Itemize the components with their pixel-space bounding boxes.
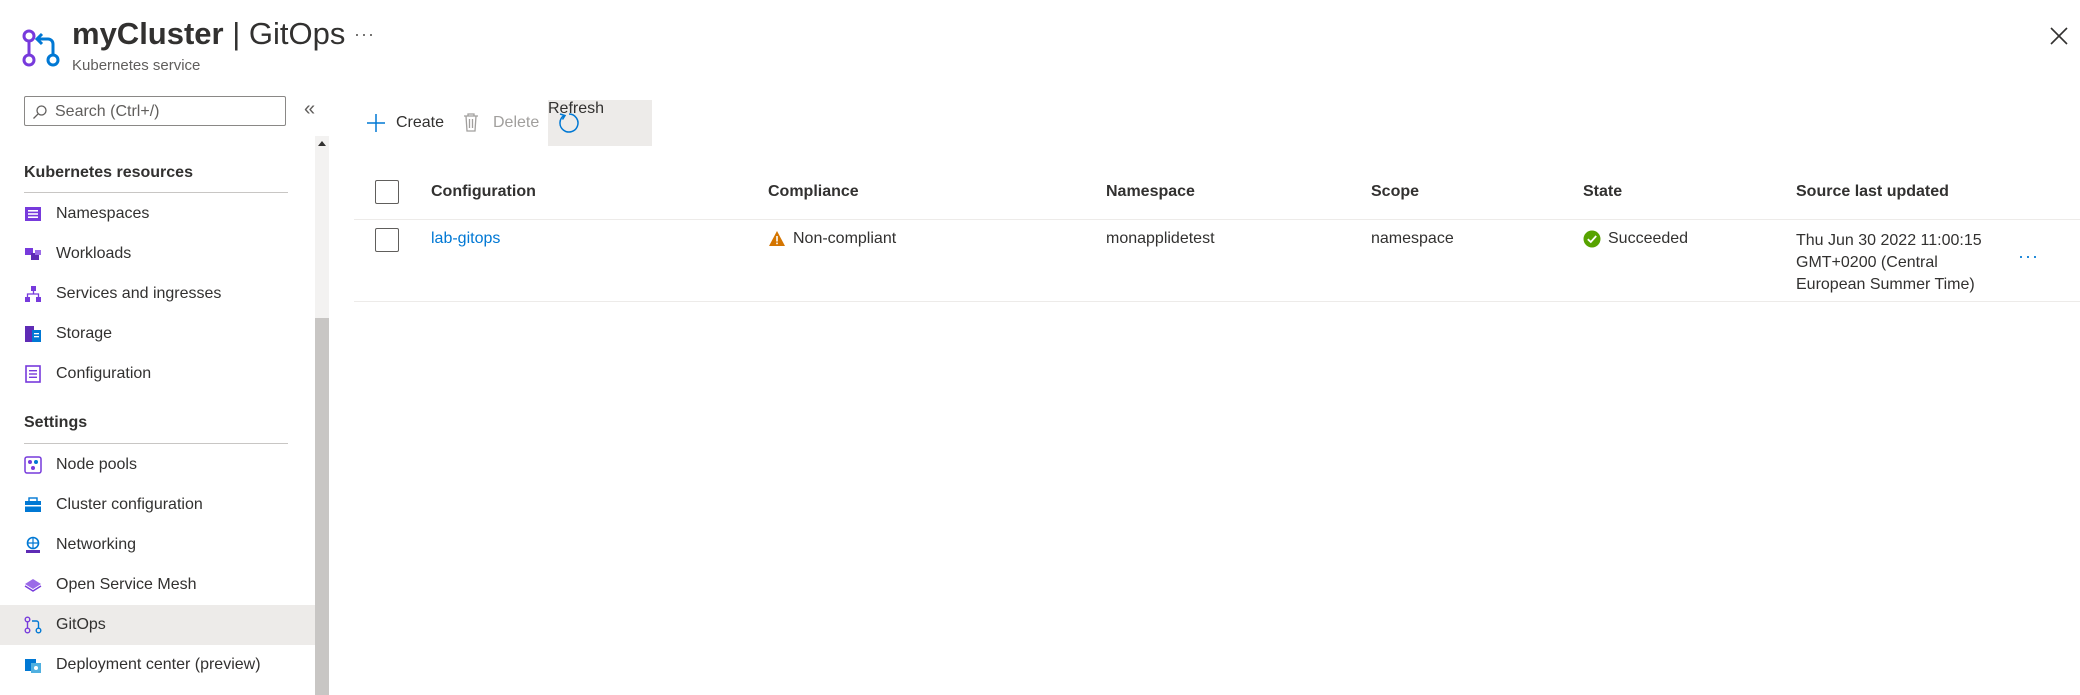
- success-check-icon: [1583, 230, 1601, 248]
- section-title-kubernetes-resources: Kubernetes resources: [24, 164, 193, 181]
- open-service-mesh-icon: [24, 579, 42, 592]
- header-divider: [354, 219, 2080, 220]
- sidebar-item-label: Networking: [56, 536, 137, 553]
- warning-icon: [769, 231, 785, 246]
- sidebar-item-cluster-configuration[interactable]: Cluster configuration: [0, 485, 315, 525]
- delete-label: Delete: [493, 114, 540, 131]
- row-more-button[interactable]: ···: [2018, 246, 2039, 267]
- create-button[interactable]: Create: [364, 100, 446, 146]
- create-label: Create: [396, 114, 445, 131]
- sidebar-item-open-service-mesh[interactable]: Open Service Mesh: [0, 565, 315, 605]
- node-pools-icon: [24, 456, 42, 474]
- column-header-namespace[interactable]: Namespace: [1106, 183, 1195, 201]
- gitops-header-icon: [22, 29, 60, 67]
- column-header-state[interactable]: State: [1583, 183, 1622, 201]
- row-divider: [354, 301, 2080, 302]
- page-name: GitOps: [248, 16, 346, 51]
- title-separator: |: [223, 16, 249, 51]
- column-header-compliance[interactable]: Compliance: [768, 183, 859, 201]
- storage-icon: [25, 326, 41, 342]
- column-header-scope[interactable]: Scope: [1371, 183, 1419, 201]
- sidebar-item-label: Open Service Mesh: [56, 576, 197, 593]
- select-all-checkbox[interactable]: [375, 180, 399, 204]
- deployment-center-icon: [25, 659, 41, 673]
- page-subtitle: Kubernetes service: [72, 57, 201, 74]
- section-title-settings: Settings: [24, 414, 88, 431]
- section-divider: [24, 443, 288, 444]
- refresh-icon: [559, 113, 579, 133]
- sidebar-item-label: Services and ingresses: [56, 285, 222, 302]
- sidebar-item-networking[interactable]: Networking: [0, 525, 315, 565]
- sidebar-item-configuration[interactable]: Configuration: [0, 354, 315, 394]
- trash-icon: [464, 113, 478, 132]
- column-header-configuration[interactable]: Configuration: [431, 183, 536, 201]
- sidebar-item-label: Deployment center (preview): [56, 656, 261, 673]
- search-icon: [33, 105, 47, 119]
- source-updated-line-3: European Summer Time): [1796, 276, 1975, 293]
- cluster-configuration-icon: [25, 497, 41, 512]
- state-status: Succeeded: [1608, 230, 1689, 247]
- page-title: myCluster | GitOps: [72, 16, 345, 52]
- header-more-button[interactable]: ···: [354, 24, 375, 45]
- services-icon: [25, 286, 41, 302]
- sidebar-item-deployment-center[interactable]: Deployment center (preview): [0, 645, 315, 685]
- namespaces-icon: [25, 207, 41, 221]
- sidebar-item-label: Storage: [56, 325, 113, 342]
- sidebar-item-services-and-ingresses[interactable]: Services and ingresses: [0, 274, 315, 314]
- scope-cell: namespace: [1371, 230, 1454, 247]
- scroll-up-arrow-icon[interactable]: [316, 138, 328, 150]
- configuration-link[interactable]: lab-gitops: [431, 230, 500, 248]
- gitops-icon: [24, 616, 42, 634]
- namespace-cell: monapplidetest: [1106, 230, 1215, 247]
- sidebar-item-namespaces[interactable]: Namespaces: [0, 194, 315, 234]
- source-last-updated-cell: Thu Jun 30 2022 11:00:15 GMT+0200 (Centr…: [1796, 230, 2006, 296]
- sidebar-item-workloads[interactable]: Workloads: [0, 234, 315, 274]
- workloads-icon: [25, 248, 41, 260]
- sidebar-item-label: Workloads: [56, 245, 132, 262]
- sidebar-item-storage[interactable]: Storage: [0, 314, 315, 354]
- row-checkbox[interactable]: [375, 228, 399, 252]
- delete-button[interactable]: Delete: [462, 100, 542, 146]
- sidebar-item-label: Cluster configuration: [56, 496, 203, 513]
- compliance-status: Non-compliant: [793, 230, 897, 247]
- search-input[interactable]: [53, 98, 277, 126]
- plus-icon: [367, 114, 385, 132]
- sidebar-item-label: Namespaces: [56, 205, 150, 222]
- resource-name: myCluster: [72, 16, 224, 51]
- sidebar-search[interactable]: [24, 96, 286, 126]
- close-icon[interactable]: [2045, 22, 2073, 50]
- configuration-icon: [25, 365, 41, 383]
- sidebar-item-label: Node pools: [56, 456, 137, 473]
- sidebar-item-label: GitOps: [56, 616, 106, 633]
- sidebar-item-label: Configuration: [56, 365, 152, 382]
- refresh-button[interactable]: Refresh: [548, 100, 652, 146]
- section-divider: [24, 192, 288, 193]
- networking-icon: [26, 536, 40, 553]
- collapse-sidebar-button[interactable]: «: [304, 98, 315, 121]
- sidebar-item-node-pools[interactable]: Node pools: [0, 445, 315, 485]
- column-header-source-last-updated[interactable]: Source last updated: [1796, 183, 1949, 201]
- source-updated-line-1: Thu Jun 30 2022 11:00:15: [1796, 232, 1982, 249]
- sidebar-item-gitops[interactable]: GitOps: [0, 605, 315, 645]
- sidebar-scrollbar-thumb[interactable]: [315, 318, 329, 695]
- source-updated-line-2: GMT+0200 (Central: [1796, 254, 1938, 271]
